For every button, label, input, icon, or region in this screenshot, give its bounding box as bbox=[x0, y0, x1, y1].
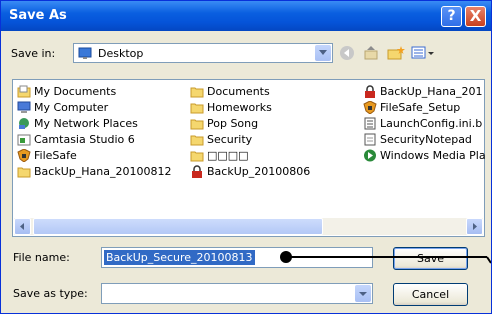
save-as-dialog: Save As ? X Save in: Desktop My Document… bbox=[0, 0, 492, 314]
callout-pointer bbox=[280, 251, 491, 264]
